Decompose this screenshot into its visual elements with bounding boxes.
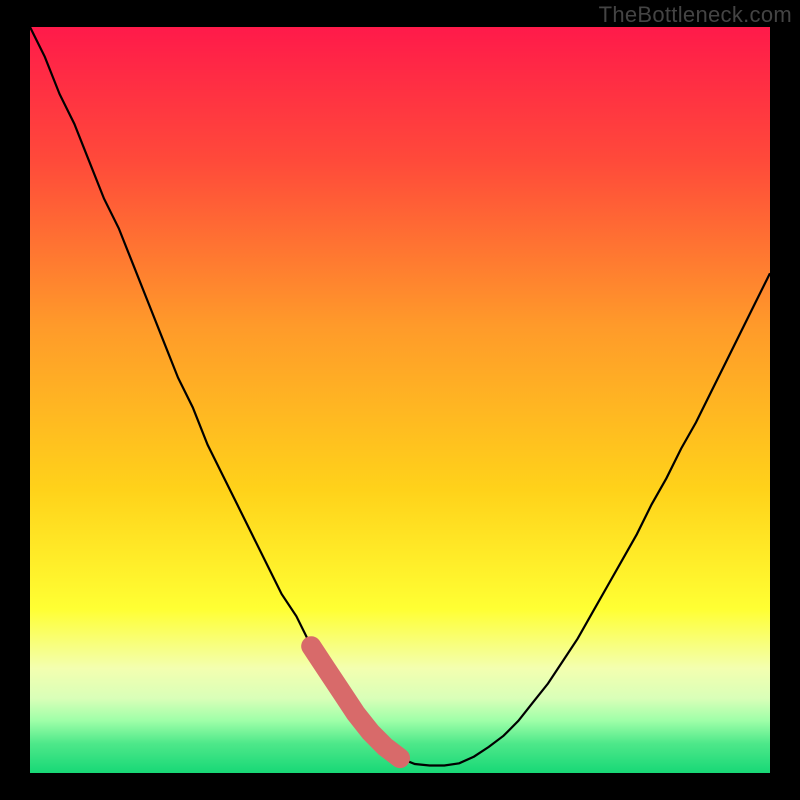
bottleneck-curve-chart — [0, 0, 800, 800]
chart-container: TheBottleneck.com — [0, 0, 800, 800]
gradient-background — [30, 27, 770, 773]
watermark-text: TheBottleneck.com — [599, 2, 792, 28]
